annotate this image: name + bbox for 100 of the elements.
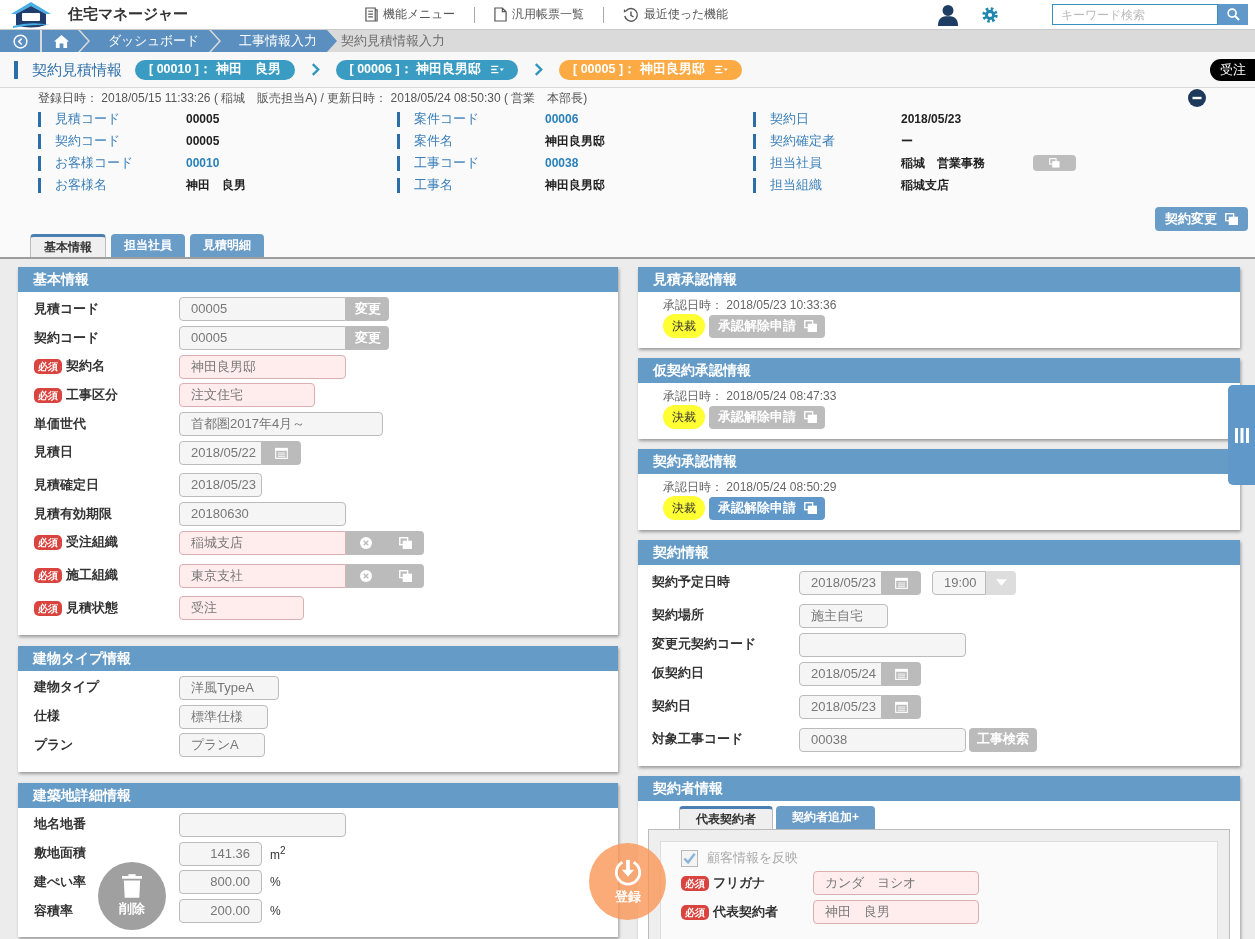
info-link[interactable]: 00010 [186, 156, 220, 170]
select-button[interactable] [386, 563, 424, 588]
info-value: 稲城支店 [901, 176, 950, 194]
record-chip[interactable]: [ 00006 ]： 神田良男邸 [335, 59, 519, 80]
input-field[interactable]: 2018/05/24 [799, 661, 882, 686]
input-field[interactable]: カンダ ヨシオ [813, 871, 979, 896]
info-value: 稲城 営業事務 [901, 154, 986, 172]
required-badge: 必須 [34, 359, 62, 375]
chevron-icon [534, 62, 544, 77]
select-button[interactable] [386, 530, 424, 555]
input-field[interactable] [799, 632, 966, 657]
menu-link[interactable]: 機能メニュー [365, 6, 455, 23]
menu-link[interactable]: 汎用帳票一覧 [494, 6, 584, 23]
time-select[interactable]: 19:00 [932, 570, 986, 595]
panel-header: 契約情報 [638, 540, 1240, 565]
calendar-button[interactable] [882, 570, 921, 595]
form-label: 代表契約者 [713, 903, 778, 921]
info-value: 00005 [186, 112, 221, 126]
breadcrumb-link[interactable]: ダッシュボード [80, 30, 219, 52]
select-button[interactable] [1033, 155, 1076, 171]
info-label: 契約日 [753, 111, 901, 127]
calendar-icon [895, 667, 908, 680]
calendar-button[interactable] [882, 661, 921, 686]
record-chip[interactable]: [ 00010 ]： 神田 良男 [135, 59, 295, 80]
input-field[interactable]: 00005 [179, 297, 346, 322]
settings-icon[interactable] [982, 6, 998, 23]
change-contract-button[interactable]: 契約変更 [1155, 207, 1248, 231]
calendar-button[interactable] [882, 694, 921, 719]
input-field[interactable]: 受注 [179, 596, 304, 621]
tab[interactable]: 代表契約者 [679, 806, 773, 829]
input-field[interactable]: 東京支社 [179, 563, 346, 588]
input-field[interactable]: 神田良男邸 [179, 354, 346, 379]
calendar-button[interactable] [262, 440, 301, 465]
collapse-icon[interactable] [1188, 89, 1206, 107]
side-panel-handle[interactable] [1228, 385, 1255, 485]
approval-status-badge: 決裁 [663, 405, 705, 429]
approval-timestamp: 承認日時： 2018/05/24 08:50:29 [663, 480, 838, 494]
input-field[interactable]: 800.00 [179, 870, 262, 895]
form-label: 受注組織 [66, 534, 118, 552]
copy-icon [398, 536, 412, 549]
calendar-icon [275, 446, 288, 459]
search-field[interactable]: キーワード検索 [1052, 4, 1218, 25]
input-field[interactable]: 神田 良男 [813, 900, 979, 925]
info-label: 工事名 [397, 177, 545, 193]
info-value: 神田良男邸 [545, 132, 606, 150]
input-field[interactable]: 2018/05/23 [799, 694, 882, 719]
form-label: 建物タイプ [34, 679, 99, 697]
panel-header: 見積承認情報 [638, 267, 1240, 292]
form-label: 施工組織 [66, 567, 118, 585]
approval-status-badge: 決裁 [663, 314, 705, 338]
user-icon[interactable] [938, 3, 958, 26]
search-button[interactable] [1218, 4, 1248, 25]
required-badge: 必須 [681, 875, 709, 891]
form-label: 契約コード [34, 329, 99, 347]
input-field[interactable]: プランA [179, 733, 265, 758]
tab[interactable]: 見積明細 [190, 234, 264, 257]
input-field[interactable]: 200.00 [179, 899, 262, 924]
panel-header: 基本情報 [18, 267, 618, 292]
input-field[interactable] [179, 812, 346, 837]
info-link[interactable]: 00038 [545, 156, 579, 170]
copy-icon [398, 569, 412, 582]
download-icon [613, 857, 642, 886]
info-label: 見積コード [38, 111, 186, 127]
input-field[interactable]: 00038 [799, 727, 966, 752]
input-field[interactable]: 20180630 [179, 502, 346, 527]
info-value: 神田良男邸 [545, 176, 606, 194]
trash-icon [122, 874, 142, 898]
info-label: お客様コード [38, 155, 186, 171]
dropdown-button[interactable] [986, 570, 1016, 595]
cancel-request-button[interactable]: 承認解除申請 [709, 496, 825, 520]
form-label: 契約日 [652, 698, 691, 715]
input-field[interactable]: 2018/05/23 [179, 473, 262, 498]
info-label: 工事コード [397, 155, 545, 171]
copy-icon [803, 411, 817, 423]
input-field[interactable]: 141.36 [179, 841, 262, 866]
home-button[interactable] [42, 30, 88, 52]
breadcrumb-link[interactable]: 工事情報入力 [211, 30, 337, 52]
tab[interactable]: 契約者追加+ [776, 806, 875, 829]
input-field[interactable]: 2018/05/22 [179, 440, 262, 465]
document-icon [494, 7, 507, 22]
clear-button[interactable] [346, 530, 386, 555]
menu-link[interactable]: 最近使った機能 [623, 6, 728, 23]
info-link[interactable]: 00006 [545, 112, 579, 126]
input-field[interactable]: 注文住宅 [179, 383, 315, 408]
input-field[interactable]: 2018/05/23 [799, 570, 882, 595]
input-field[interactable]: 00005 [179, 326, 346, 351]
input-field[interactable]: 洋風TypeA [179, 675, 279, 700]
input-field[interactable]: 標準仕様 [179, 704, 268, 729]
back-button[interactable] [0, 30, 40, 52]
form-label: 工事区分 [66, 386, 118, 404]
tab[interactable]: 担当社員 [111, 234, 185, 257]
tab[interactable]: 基本情報 [30, 234, 106, 257]
info-value: 神田 良男 [186, 176, 247, 194]
input-field[interactable]: 稲城支店 [179, 530, 346, 555]
input-field[interactable]: 首都圏2017年4月～ [179, 412, 383, 437]
input-field[interactable]: 施主自宅 [799, 603, 888, 628]
panel-header: 建築地詳細情報 [18, 782, 618, 808]
required-badge: 必須 [681, 904, 709, 920]
clear-button[interactable] [346, 563, 386, 588]
form-label: 契約名 [66, 358, 105, 376]
